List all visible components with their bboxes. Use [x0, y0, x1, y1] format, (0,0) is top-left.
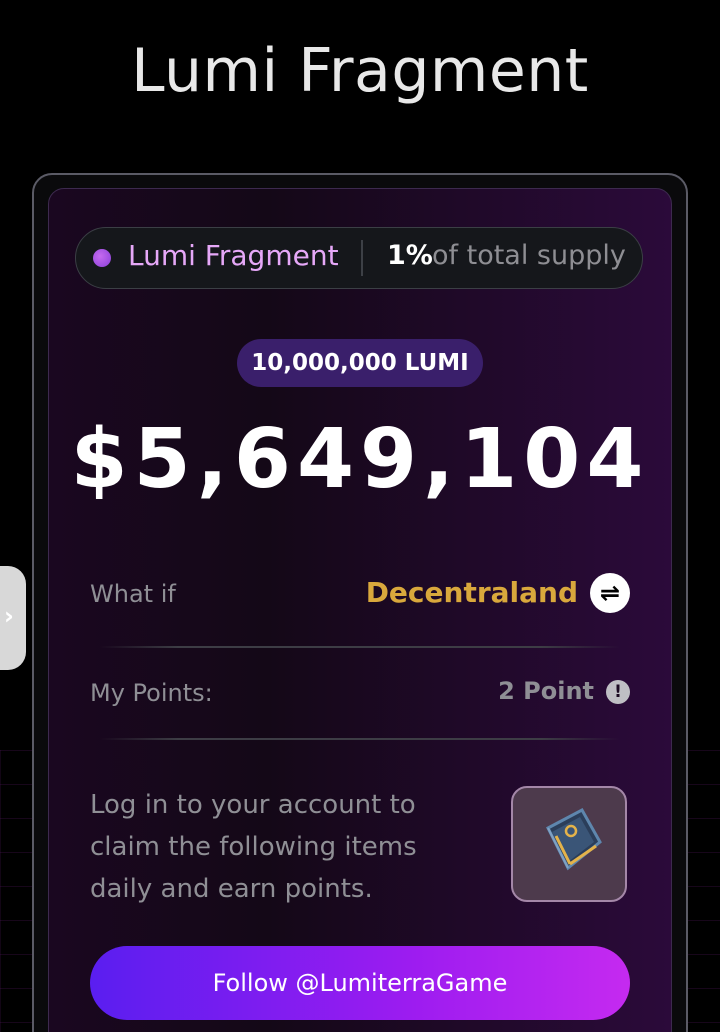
- what-if-project[interactable]: Decentraland: [366, 576, 578, 609]
- divider: [100, 738, 620, 740]
- page: Lumi Fragment Lumi Fragment 1% of total …: [0, 0, 720, 1032]
- what-if-label: What if: [90, 580, 176, 608]
- follow-button[interactable]: Follow @LumiterraGame: [90, 946, 630, 1020]
- swap-arrows-icon[interactable]: ⇌: [590, 573, 630, 613]
- supply-percent: 1%: [387, 240, 433, 271]
- fragment-item-icon: [546, 807, 602, 871]
- pill-divider: [361, 240, 363, 276]
- claim-description: Log in to your account to claim the foll…: [90, 790, 417, 904]
- token-value: $5,649,104: [70, 412, 650, 507]
- points-label: My Points:: [90, 679, 213, 707]
- token-dot-icon: [93, 249, 111, 267]
- points-value: 2 Point: [498, 677, 594, 705]
- page-title: Lumi Fragment: [131, 36, 589, 106]
- exclamation-info-icon[interactable]: !: [606, 680, 630, 704]
- chevron-right-icon[interactable]: ›: [4, 602, 14, 630]
- token-amount-badge: 10,000,000 LUMI: [237, 339, 483, 387]
- divider: [100, 646, 620, 648]
- supply-label: of total supply: [432, 240, 626, 271]
- token-name: Lumi Fragment: [128, 239, 339, 272]
